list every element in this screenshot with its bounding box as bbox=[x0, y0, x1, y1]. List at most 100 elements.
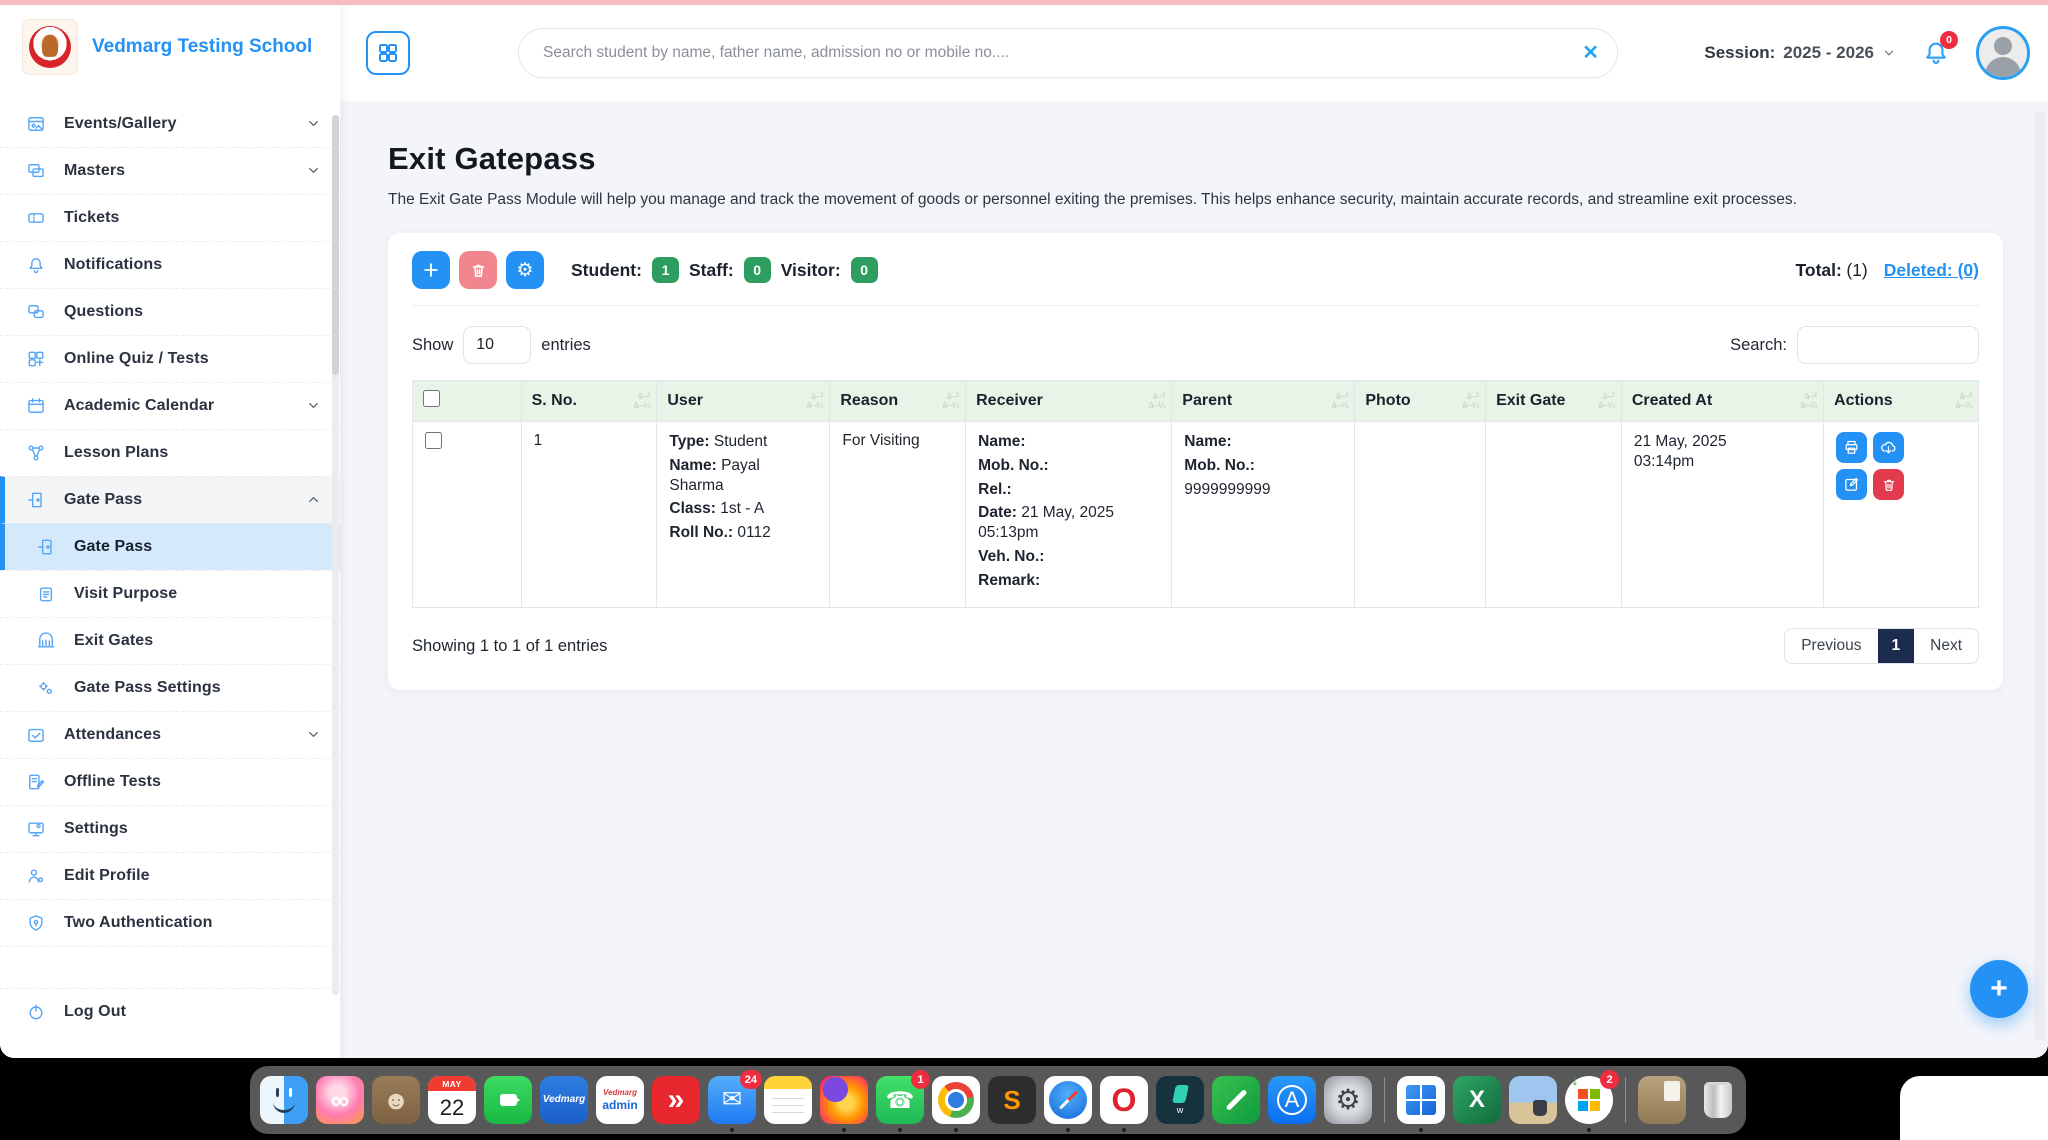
download-cloud-button[interactable] bbox=[1873, 432, 1904, 463]
print-button[interactable] bbox=[1836, 432, 1867, 463]
red-diamond-app-icon[interactable]: » bbox=[652, 1076, 700, 1124]
page-length-input[interactable] bbox=[463, 326, 531, 364]
apps-grid-icon[interactable] bbox=[366, 31, 410, 75]
safari-icon[interactable] bbox=[1044, 1076, 1092, 1124]
column-exit-gate[interactable]: Exit Gateâ–²â–¼ bbox=[1486, 381, 1622, 422]
gate-pass-icon bbox=[24, 488, 48, 512]
mail-icon[interactable]: ✉24 bbox=[708, 1076, 756, 1124]
system-settings-icon[interactable]: ⚙ bbox=[1324, 1076, 1372, 1124]
page-scrollbar[interactable] bbox=[2034, 111, 2045, 1041]
table-footer: Showing 1 to 1 of 1 entries Previous 1 N… bbox=[412, 628, 1979, 664]
attendance-icon bbox=[24, 723, 48, 747]
clear-search-icon[interactable]: ✕ bbox=[1582, 43, 1599, 63]
running-indicator bbox=[1122, 1128, 1126, 1132]
add-gatepass-button[interactable] bbox=[412, 251, 450, 289]
test-paper-icon bbox=[24, 770, 48, 794]
column-receiver[interactable]: Receiverâ–²â–¼ bbox=[966, 381, 1172, 422]
chrome-icon[interactable] bbox=[932, 1076, 980, 1124]
running-indicator bbox=[842, 1128, 846, 1132]
trash-icon[interactable] bbox=[1694, 1076, 1742, 1124]
row-parent-cell: Name: Mob. No.: 9999999999 bbox=[1172, 422, 1355, 608]
select-all-checkbox[interactable] bbox=[423, 390, 440, 407]
sidebar-item-online-quiz[interactable]: Online Quiz / Tests bbox=[0, 335, 340, 382]
previous-page-button[interactable]: Previous bbox=[1785, 629, 1877, 663]
column-reason[interactable]: Reasonâ–²â–¼ bbox=[830, 381, 966, 422]
loop-app-icon[interactable]: ∞ bbox=[316, 1076, 364, 1124]
ticket-icon bbox=[24, 206, 48, 230]
page-number-button[interactable]: 1 bbox=[1878, 629, 1915, 663]
sidebar-spacer bbox=[0, 946, 340, 988]
firefox-icon[interactable] bbox=[820, 1076, 868, 1124]
downloads-icon[interactable] bbox=[1638, 1076, 1686, 1124]
sidebar-item-notifications[interactable]: Notifications bbox=[0, 241, 340, 288]
green-pen-app-icon[interactable] bbox=[1212, 1076, 1260, 1124]
gears-icon bbox=[34, 676, 58, 700]
deleted-link[interactable]: Deleted: (0) bbox=[1884, 260, 1979, 281]
sidebar-item-events-gallery[interactable]: Events/Gallery bbox=[0, 100, 340, 147]
page-content: Exit Gatepass The Exit Gate Pass Module … bbox=[340, 101, 2048, 1058]
whatsapp-icon[interactable]: ☎1 bbox=[876, 1076, 924, 1124]
sidebar-item-attendances[interactable]: Attendances bbox=[0, 711, 340, 758]
gatepass-settings-button[interactable]: ⚙ bbox=[506, 251, 544, 289]
sidebar-item-gate-pass-parent[interactable]: Gate Pass bbox=[0, 476, 340, 523]
sidebar-item-log-out[interactable]: Log Out bbox=[0, 988, 340, 1035]
running-indicator bbox=[954, 1128, 958, 1132]
table-search: Search: bbox=[1730, 326, 1979, 364]
vedmarg-app-icon[interactable]: Vedmarg bbox=[540, 1076, 588, 1124]
calendar-app-icon[interactable]: MAY22 bbox=[428, 1076, 476, 1124]
column-created-at[interactable]: Created Atâ–²â–¼ bbox=[1621, 381, 1823, 422]
exit-gate-icon bbox=[34, 629, 58, 653]
session-selector[interactable]: Session: 2025 - 2026 bbox=[1704, 43, 1896, 63]
sidebar-item-two-authentication[interactable]: Two Authentication bbox=[0, 899, 340, 946]
sidebar-subitem-exit-gates[interactable]: Exit Gates bbox=[0, 617, 340, 664]
column-sno[interactable]: S. No.â–²â–¼ bbox=[521, 381, 657, 422]
sidebar-item-offline-tests[interactable]: Offline Tests bbox=[0, 758, 340, 805]
column-photo[interactable]: Photoâ–²â–¼ bbox=[1355, 381, 1486, 422]
global-search-input[interactable] bbox=[543, 44, 1582, 62]
microsoft-update-icon[interactable]: ↓2 bbox=[1565, 1076, 1613, 1124]
delete-button[interactable] bbox=[1873, 469, 1904, 500]
row-checkbox[interactable] bbox=[425, 432, 442, 449]
notes-icon[interactable] bbox=[764, 1076, 812, 1124]
bulk-delete-button[interactable] bbox=[459, 251, 497, 289]
corner-window bbox=[1900, 1076, 2048, 1140]
sublime-text-icon[interactable]: S bbox=[988, 1076, 1036, 1124]
sidebar-subitem-visit-purpose[interactable]: Visit Purpose bbox=[0, 570, 340, 617]
teal-video-app-icon[interactable]: w bbox=[1156, 1076, 1204, 1124]
app-store-icon[interactable]: A bbox=[1268, 1076, 1316, 1124]
type-counters: Student: 1 Staff: 0 Visitor: 0 bbox=[571, 257, 878, 283]
column-parent[interactable]: Parentâ–²â–¼ bbox=[1172, 381, 1355, 422]
column-actions[interactable]: Actionsâ–²â–¼ bbox=[1824, 381, 1979, 422]
avatar[interactable] bbox=[1976, 26, 2030, 80]
notification-bell-icon[interactable]: 0 bbox=[1918, 35, 1954, 71]
next-page-button[interactable]: Next bbox=[1914, 629, 1978, 663]
sidebar-item-edit-profile[interactable]: Edit Profile bbox=[0, 852, 340, 899]
gatepass-card: ⚙ Student: 1 Staff: 0 Visitor: 0 Total: … bbox=[388, 233, 2003, 690]
opera-icon[interactable]: O bbox=[1100, 1076, 1148, 1124]
edit-button[interactable] bbox=[1836, 469, 1867, 500]
row-sno-cell: 1 bbox=[521, 422, 657, 608]
sidebar-subitem-gate-pass-settings[interactable]: Gate Pass Settings bbox=[0, 664, 340, 711]
excel-icon[interactable]: X bbox=[1453, 1076, 1501, 1124]
table-search-input[interactable] bbox=[1797, 326, 1979, 364]
contacts-icon[interactable]: ☻ bbox=[372, 1076, 420, 1124]
floating-add-button[interactable]: + bbox=[1970, 960, 2028, 1018]
sidebar-item-settings[interactable]: Settings bbox=[0, 805, 340, 852]
sidebar-scrollbar[interactable] bbox=[332, 115, 339, 995]
photo-app-icon[interactable] bbox=[1509, 1076, 1557, 1124]
sidebar-nav: Events/Gallery Masters Tickets Notificat… bbox=[0, 100, 340, 1058]
finder-icon[interactable] bbox=[260, 1076, 308, 1124]
vedmarg-admin-app-icon[interactable]: Vedmargadmin bbox=[596, 1076, 644, 1124]
sidebar-item-tickets[interactable]: Tickets bbox=[0, 194, 340, 241]
sidebar-subitem-gate-pass[interactable]: Gate Pass bbox=[0, 523, 340, 570]
facetime-icon[interactable] bbox=[484, 1076, 532, 1124]
column-user[interactable]: Userâ–²â–¼ bbox=[657, 381, 830, 422]
sidebar-item-lesson-plans[interactable]: Lesson Plans bbox=[0, 429, 340, 476]
page-description: The Exit Gate Pass Module will help you … bbox=[388, 191, 2003, 209]
brand[interactable]: Vedmarg Testing School bbox=[0, 5, 340, 85]
sidebar-item-masters[interactable]: Masters bbox=[0, 147, 340, 194]
shield-lock-icon bbox=[24, 911, 48, 935]
sidebar-item-questions[interactable]: Questions bbox=[0, 288, 340, 335]
sidebar-item-academic-calendar[interactable]: Academic Calendar bbox=[0, 382, 340, 429]
windows-icon[interactable] bbox=[1397, 1076, 1445, 1124]
